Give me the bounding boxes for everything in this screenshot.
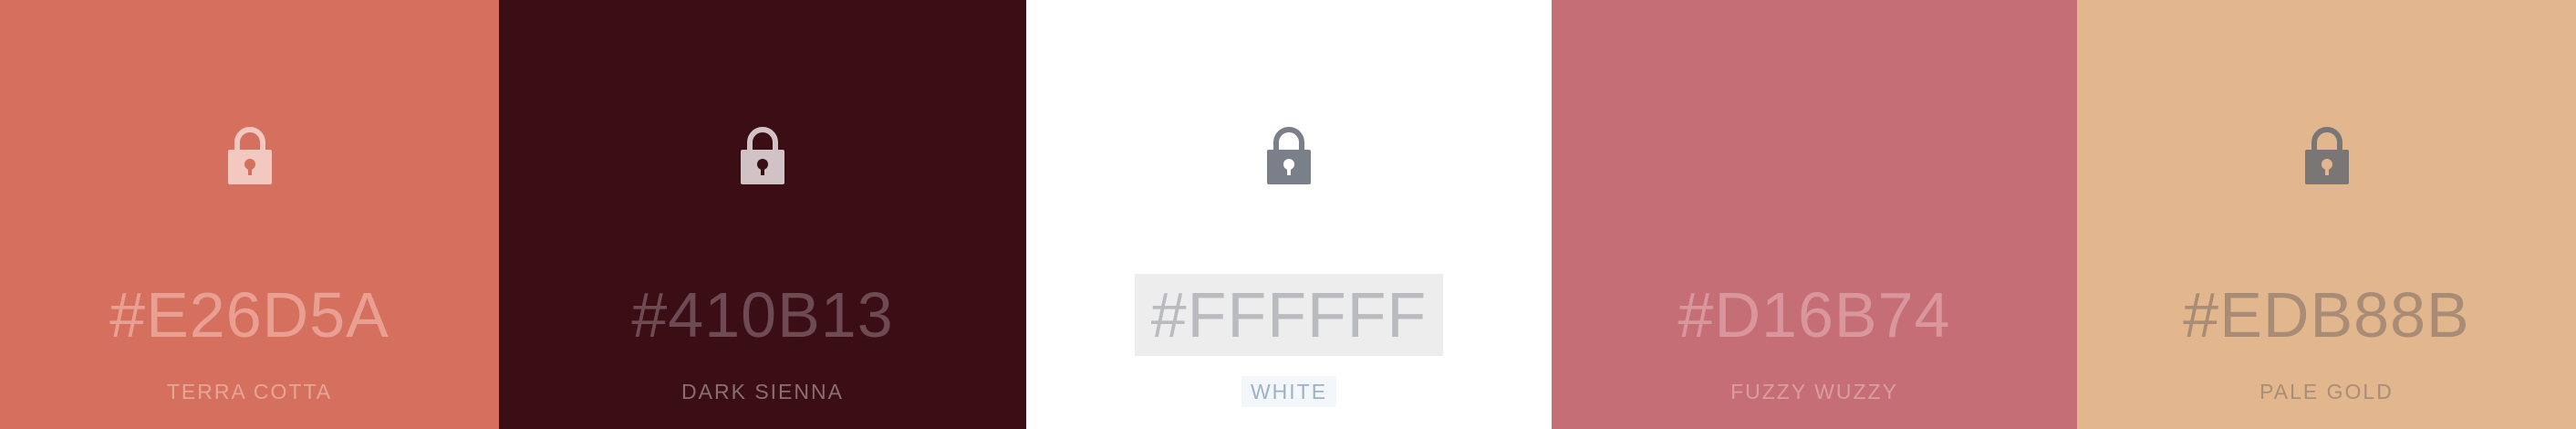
lock-toggle-button[interactable] [2301,122,2353,184]
swatch-dark-sienna[interactable]: #410B13 DARK SIENNA [499,0,1026,429]
color-palette: #E26D5A TERRA COTTA #410B13 DARK SIENNA … [0,0,2576,429]
lock-icon [2304,127,2349,184]
hex-code[interactable]: #EDB88B [2077,274,2576,356]
color-name[interactable]: FUZZY WUZZY [1552,376,2077,407]
lock-toggle-button[interactable] [737,122,788,184]
swatch-terra-cotta[interactable]: #E26D5A TERRA COTTA [0,0,499,429]
lock-toggle-button[interactable] [1263,122,1314,184]
swatch-fuzzy-wuzzy[interactable]: #D16B74 FUZZY WUZZY [1552,0,2077,429]
swatch-white[interactable]: #FFFFFF WHITE [1026,0,1552,429]
hex-code[interactable]: #FFFFFF [1026,274,1552,356]
hex-code[interactable]: #410B13 [499,274,1026,356]
color-name[interactable]: DARK SIENNA [499,376,1026,407]
color-name[interactable]: WHITE [1026,376,1552,407]
hex-code[interactable]: #D16B74 [1552,274,2077,356]
lock-icon [741,127,784,184]
lock-icon [227,127,272,184]
lock-toggle-button[interactable] [224,122,275,184]
hex-code[interactable]: #E26D5A [0,274,499,356]
color-name[interactable]: TERRA COTTA [0,376,499,407]
lock-icon [1267,127,1311,184]
color-name[interactable]: PALE GOLD [2077,376,2576,407]
swatch-pale-gold[interactable]: #EDB88B PALE GOLD [2077,0,2576,429]
